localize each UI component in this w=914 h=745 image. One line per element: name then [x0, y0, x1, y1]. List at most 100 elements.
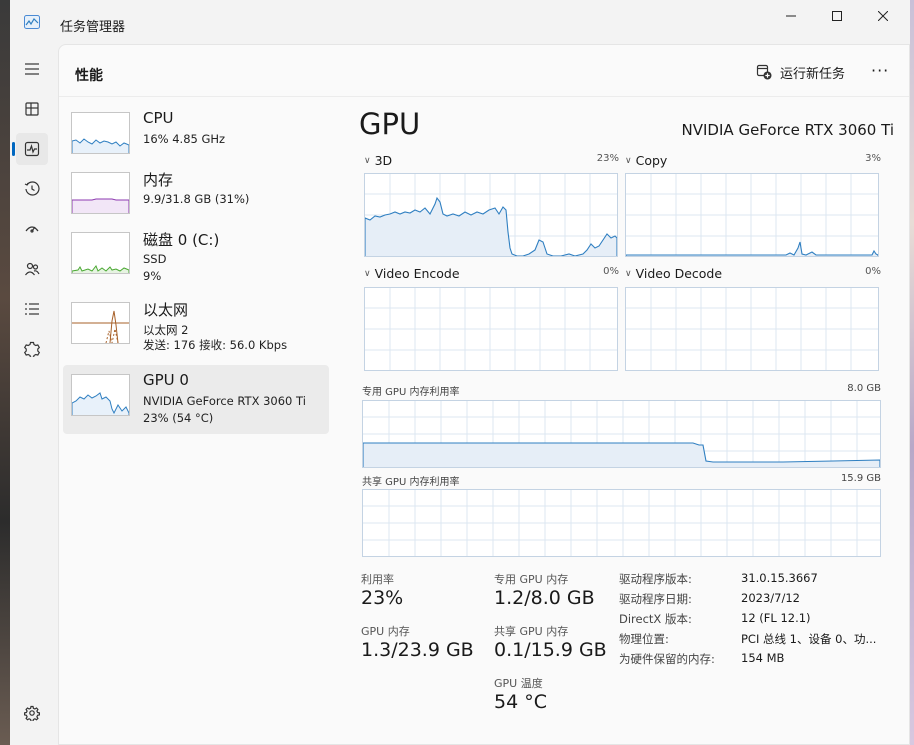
gpu-temperature-label: GPU 温度 — [494, 677, 543, 690]
directx-version-value: 12 (FL 12.1) — [741, 611, 811, 625]
utilization-label: 利用率 — [361, 573, 394, 586]
engine-percent: 23% — [596, 153, 619, 164]
chevron-down-icon: ∨ — [364, 268, 371, 279]
chevron-down-icon: ∨ — [625, 268, 632, 279]
engine-percent: 3% — [865, 153, 881, 164]
users-icon — [25, 262, 40, 276]
resource-detail-2: 发送: 176 接收: 56.0 Kbps — [143, 338, 288, 352]
resource-detail: SSD — [143, 252, 167, 266]
shared-memory-max: 15.9 GB — [840, 473, 881, 484]
close-button[interactable] — [860, 4, 906, 28]
resource-name: 以太网 — [143, 301, 189, 319]
shared-gpu-memory-label: 共享 GPU 内存 — [494, 625, 569, 638]
resource-name: CPU — [143, 109, 174, 127]
selection-indicator — [12, 142, 15, 156]
engine-selector-video-decode[interactable]: ∨ Video Decode — [625, 266, 722, 281]
cpu-thumbnail-graph — [71, 112, 130, 154]
shared-memory-label: 共享 GPU 内存利用率 — [362, 477, 460, 488]
resource-item-ethernet[interactable]: 以太网 以太网 2 发送: 176 接收: 56.0 Kbps — [63, 293, 329, 362]
run-new-task-label: 运行新任务 — [780, 66, 846, 82]
driver-version-key: 驱动程序版本: — [619, 572, 692, 586]
gpu-temperature-value: 54 °C — [494, 691, 547, 713]
resource-name: 磁盘 0 (C:) — [143, 231, 220, 249]
engine-selector-video-encode[interactable]: ∨ Video Encode — [364, 266, 460, 281]
hamburger-menu-button[interactable] — [16, 53, 48, 85]
directx-version-key: DirectX 版本: — [619, 612, 692, 626]
dedicated-gpu-memory-value: 1.2/8.0 GB — [494, 587, 595, 609]
chevron-down-icon: ∨ — [364, 155, 371, 166]
detail-title: GPU — [359, 107, 421, 141]
gpu-memory-label: GPU 内存 — [361, 625, 410, 638]
resource-item-memory[interactable]: 内存 9.9/31.8 GB (31%) — [63, 163, 329, 232]
gpu-model-name: NVIDIA GeForce RTX 3060 Ti — [681, 121, 894, 139]
nav-app-history[interactable] — [16, 173, 48, 205]
engine-label: 3D — [374, 153, 393, 168]
navigation-rail — [10, 44, 56, 745]
engine-video-decode-graph — [625, 287, 879, 371]
engine-selector-3d[interactable]: ∨ 3D — [364, 153, 392, 168]
nav-processes[interactable] — [16, 93, 48, 125]
services-icon — [24, 341, 40, 357]
hardware-reserved-memory-key: 为硬件保留的内存: — [619, 652, 715, 666]
details-icon — [25, 303, 39, 315]
more-options-button[interactable]: ··· — [871, 61, 889, 80]
nav-users[interactable] — [16, 253, 48, 285]
nav-performance[interactable] — [12, 133, 48, 165]
run-new-task-icon — [756, 64, 772, 80]
driver-date-value: 2023/7/12 — [741, 591, 800, 605]
engine-percent: 0% — [865, 266, 881, 277]
resource-detail: NVIDIA GeForce RTX 3060 Ti — [143, 394, 306, 408]
shared-memory-graph — [362, 489, 881, 557]
engine-3d-graph — [364, 173, 618, 257]
nav-settings[interactable] — [16, 697, 48, 729]
resource-item-disk[interactable]: 磁盘 0 (C:) SSD 9% — [63, 223, 329, 292]
nav-services[interactable] — [16, 333, 48, 365]
utilization-value: 23% — [361, 587, 404, 609]
dedicated-memory-max: 8.0 GB — [847, 383, 881, 394]
disk-thumbnail-graph — [71, 232, 130, 274]
resource-detail: 16% 4.85 GHz — [143, 132, 226, 146]
ethernet-thumbnail-graph — [71, 302, 130, 344]
processes-icon — [25, 102, 39, 116]
resource-item-gpu[interactable]: GPU 0 NVIDIA GeForce RTX 3060 Ti 23% (54… — [63, 365, 329, 434]
driver-version-value: 31.0.15.3667 — [741, 571, 818, 585]
nav-details[interactable] — [16, 293, 48, 325]
startup-apps-icon — [25, 226, 39, 233]
memory-thumbnail-graph — [71, 172, 130, 214]
run-new-task-button[interactable]: 运行新任务 — [756, 62, 845, 82]
dedicated-memory-label: 专用 GPU 内存利用率 — [362, 387, 460, 398]
resource-detail: 以太网 2 — [143, 323, 189, 337]
shared-gpu-memory-value: 0.1/15.9 GB — [494, 639, 607, 661]
engine-percent: 0% — [603, 266, 619, 277]
page-header: 性能 运行新任务 ··· — [59, 45, 909, 97]
minimize-button[interactable] — [768, 4, 814, 28]
nav-startup-apps[interactable] — [16, 213, 48, 245]
window-title: 任务管理器 — [60, 20, 126, 35]
engine-label: Copy — [635, 153, 668, 168]
engine-selector-copy[interactable]: ∨ Copy — [625, 153, 667, 168]
engine-label: Video Decode — [635, 266, 723, 281]
resource-list: CPU 16% 4.85 GHz 内存 9.9/31.8 GB (31%) 磁盘… — [59, 97, 344, 737]
task-manager-app-icon — [24, 15, 40, 29]
performance-icon — [24, 141, 40, 157]
resource-item-cpu[interactable]: CPU 16% 4.85 GHz — [63, 103, 329, 172]
resource-detail: 9.9/31.8 GB (31%) — [143, 192, 250, 206]
maximize-button[interactable] — [814, 4, 860, 28]
desktop-background-left — [0, 0, 10, 745]
resource-detail-2: 23% (54 °C) — [143, 411, 214, 425]
resource-detail-2: 9% — [143, 269, 162, 283]
gpu-thumbnail-graph — [71, 374, 130, 416]
settings-icon — [24, 705, 40, 721]
chevron-down-icon: ∨ — [625, 155, 632, 166]
dedicated-gpu-memory-label: 专用 GPU 内存 — [494, 573, 569, 586]
gpu-memory-value: 1.3/23.9 GB — [361, 639, 474, 661]
engine-label: Video Encode — [374, 266, 460, 281]
main-panel: 性能 运行新任务 ··· CPU 16% 4.85 GHz 内存 9.9/31.… — [58, 44, 910, 745]
hardware-reserved-memory-value: 154 MB — [741, 651, 785, 665]
driver-date-key: 驱动程序日期: — [619, 592, 692, 606]
resource-name: 内存 — [143, 171, 174, 189]
engine-video-encode-graph — [364, 287, 618, 371]
task-manager-window: 任务管理器 性能 运行新任务 ··· CPU 16% 4.85 GHz 内存 9… — [10, 0, 910, 745]
title-bar[interactable]: 任务管理器 — [10, 0, 910, 44]
dedicated-memory-graph — [362, 400, 881, 468]
